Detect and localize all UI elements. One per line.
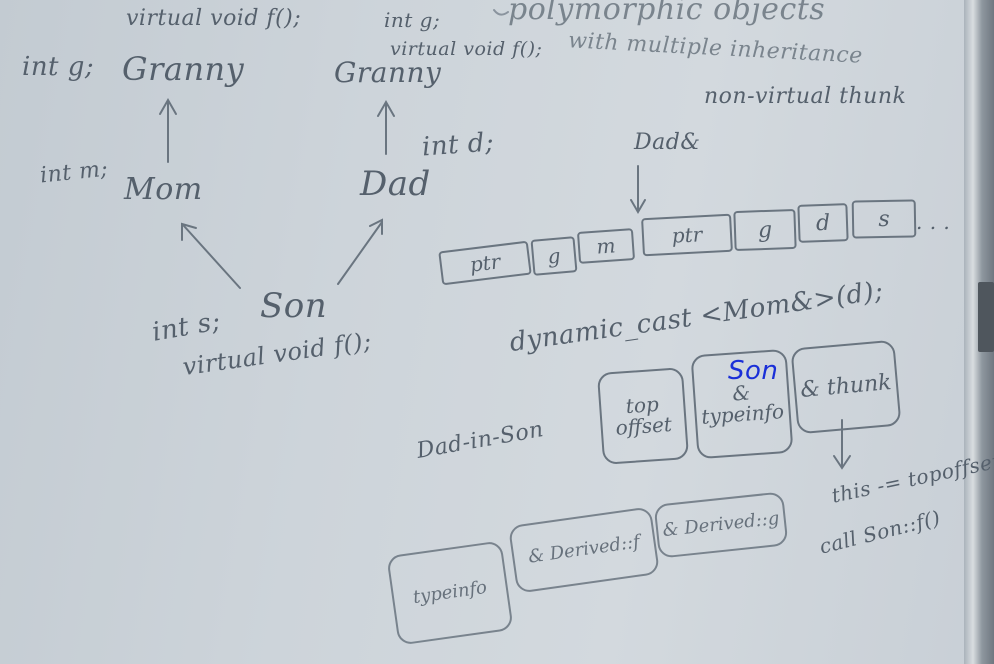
dad-ref-label: Dad& [634, 130, 701, 155]
layout-cell-s: s [851, 199, 917, 239]
derived-cell-f: & Derived::f [507, 506, 661, 594]
arrow-son-to-mom [183, 225, 241, 289]
granny-left-name: Granny [122, 50, 245, 88]
derived-cell-typeinfo: typeinfo [386, 540, 514, 646]
title-line-1: polymorphic objects [508, 0, 826, 27]
vtable-cell-top-offset: top offset [596, 367, 690, 465]
layout-cell-g-1: g [530, 236, 578, 276]
granny-left-member: int g; [22, 52, 95, 82]
arrow-son-to-dad [337, 221, 383, 285]
whiteboard-frame [964, 0, 994, 664]
son-name: Son [260, 286, 328, 326]
mom-name: Mom [124, 172, 203, 207]
granny-right-member: int g; [384, 8, 441, 32]
dad-name: Dad [360, 164, 431, 204]
layout-cell-ptr-2: ptr [641, 213, 733, 257]
dad-member: int d; [421, 127, 496, 163]
frame-clip [978, 282, 994, 352]
mom-member: int m; [38, 156, 110, 189]
granny-left-decl: virtual void f(); [126, 6, 302, 31]
layout-cell-d: d [797, 203, 849, 243]
layout-cell-g-2: g [733, 208, 797, 252]
non-virtual-thunk-label: non-virtual thunk [704, 84, 907, 109]
vtable-cell-thunk: & thunk [790, 339, 902, 435]
granny-right-name: Granny [334, 56, 442, 89]
blue-annotation-son: Son [728, 356, 779, 386]
layout-ellipsis: . . . [916, 210, 951, 234]
dad-in-son-label: Dad-in-Son [414, 417, 546, 464]
layout-cell-m: m [576, 228, 636, 264]
layout-cell-ptr-1: ptr [438, 240, 532, 286]
whiteboard: polymorphic objects with multiple inheri… [0, 0, 994, 664]
title-line-2: with multiple inheritance [567, 28, 864, 69]
son-member: int s; [149, 306, 223, 348]
thunk-note-line-2: call Son::f() [816, 505, 943, 559]
derived-cell-g: & Derived::g [653, 491, 789, 559]
